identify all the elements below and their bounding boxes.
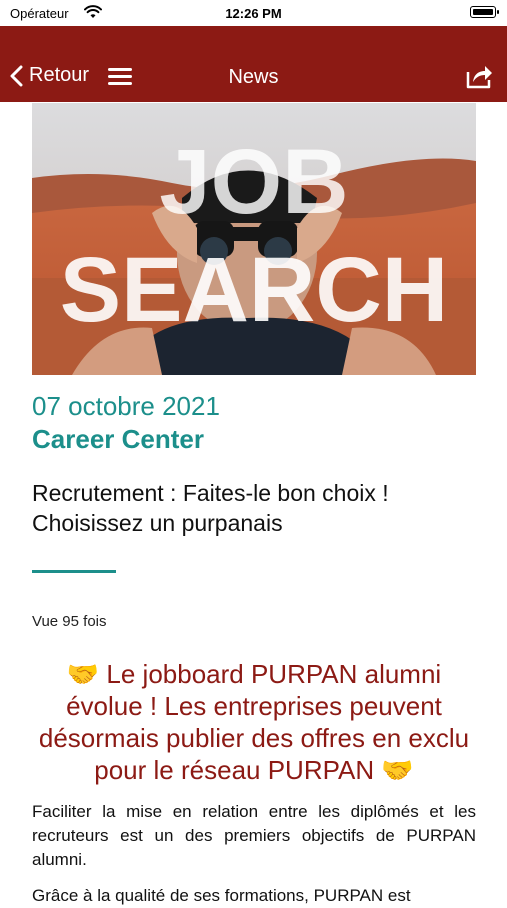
share-icon[interactable] (464, 62, 494, 90)
article-paragraph: Faciliter la mise en relation entre les … (32, 802, 476, 869)
hero-text-line2: SEARCH (60, 239, 448, 341)
article-title: Recrutement : Faites-le bon choix ! Choi… (32, 480, 389, 536)
hero-text-line1: JOB (159, 131, 348, 233)
article-date: 07 octobre 2021 (32, 391, 220, 421)
article-paragraph: Grâce à la qualité de ses formations, PU… (32, 886, 411, 905)
page-title: News (228, 66, 279, 88)
clock: 12:26 PM (225, 6, 282, 21)
article-category: Career Center (32, 424, 204, 454)
article-headline: 🤝 Le jobboard PURPAN alumni évolue ! Les… (38, 659, 470, 785)
article-image: JOB SEARCH (32, 103, 476, 375)
status-bar: Opérateur 12:26 PM (0, 0, 507, 26)
title-divider (32, 570, 116, 573)
battery-icon (470, 6, 499, 18)
view-count: Vue 95 fois (32, 613, 107, 630)
navigation-bar: Retour News (0, 26, 507, 102)
